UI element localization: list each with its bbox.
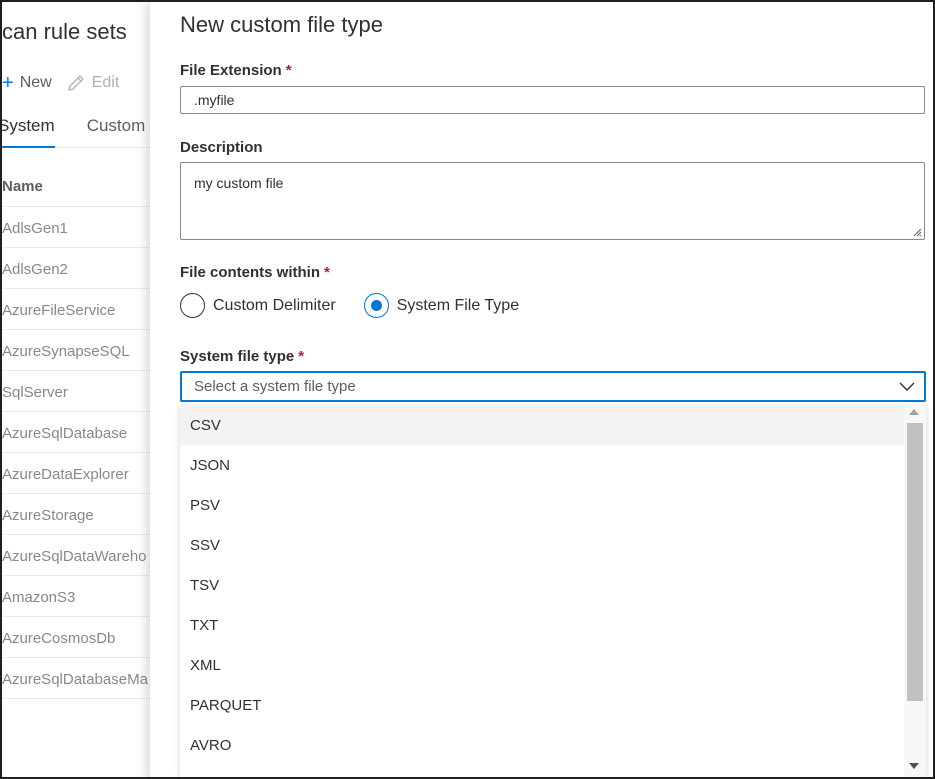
plus-icon: + — [2, 72, 14, 94]
option-xml[interactable]: XML — [180, 645, 904, 685]
option-json[interactable]: JSON — [180, 445, 904, 485]
table-row[interactable]: AdlsGen1 — [2, 207, 152, 248]
option-csv[interactable]: CSV — [180, 405, 904, 445]
option-psv[interactable]: PSV — [180, 485, 904, 525]
window-frame: can rule sets + New Edit System Custom N… — [0, 0, 935, 779]
option-ssv[interactable]: SSV — [180, 525, 904, 565]
chevron-down-icon[interactable] — [898, 379, 916, 393]
description-textarea[interactable]: my custom file — [180, 162, 925, 240]
tab-bar: System Custom — [2, 104, 152, 148]
option-tsv[interactable]: TSV — [180, 565, 904, 605]
panel-title: New custom file type — [180, 12, 383, 37]
radio-system-file-type[interactable]: System File Type — [363, 293, 519, 318]
file-contents-radio-group: Custom Delimiter System File Type — [180, 293, 519, 318]
table-row[interactable]: AzureSqlDataWareho — [2, 535, 152, 576]
new-custom-file-type-panel: New custom file type File Extension * .my… — [150, 2, 933, 777]
select-placeholder: Select a system file type — [194, 378, 356, 395]
new-button-label: New — [19, 74, 52, 91]
system-file-type-listbox: CSV JSON PSV SSV TSV TXT XML PARQUET AVR… — [180, 405, 926, 777]
description-label: Description — [180, 139, 263, 156]
table-row[interactable]: AzureFileService — [2, 289, 152, 330]
option-avro[interactable]: AVRO — [180, 725, 904, 765]
option-parquet[interactable]: PARQUET — [180, 685, 904, 725]
system-file-type-label: System file type * — [180, 348, 305, 365]
resize-grip-icon[interactable] — [912, 227, 922, 237]
scroll-up-arrow-icon[interactable] — [909, 409, 919, 415]
new-button[interactable]: + New — [2, 72, 52, 94]
scroll-down-arrow-icon[interactable] — [909, 763, 919, 769]
table-row[interactable]: AzureCosmosDb — [2, 617, 152, 658]
file-extension-label: File Extension * — [180, 62, 292, 79]
file-contents-label: File contents within * — [180, 264, 330, 281]
table-row[interactable]: AzureSynapseSQL — [2, 330, 152, 371]
rule-sets-list: AdlsGen1 AdlsGen2 AzureFileService Azure… — [2, 207, 152, 699]
option-txt[interactable]: TXT — [180, 605, 904, 645]
radio-checked-icon[interactable] — [363, 293, 389, 318]
listbox-scrollbar[interactable] — [904, 405, 926, 777]
system-file-type-select[interactable]: Select a system file type — [180, 371, 926, 402]
table-row[interactable]: SqlServer — [2, 371, 152, 412]
table-row[interactable]: AzureSqlDatabaseMa — [2, 658, 152, 699]
column-header-name[interactable]: Name — [2, 165, 152, 207]
table-row[interactable]: AzureSqlDatabase — [2, 412, 152, 453]
radio-unchecked-icon[interactable] — [180, 293, 205, 318]
table-row[interactable]: AdlsGen2 — [2, 248, 152, 289]
page-title: can rule sets — [2, 19, 127, 44]
required-mark: * — [298, 348, 305, 365]
required-mark: * — [324, 264, 330, 281]
edit-button-label: Edit — [91, 74, 120, 91]
tab-custom[interactable]: Custom — [87, 104, 146, 148]
scan-rule-sets-page: can rule sets + New Edit System Custom N… — [2, 2, 152, 777]
toolbar: + New Edit — [2, 70, 119, 96]
table-row[interactable]: AzureDataExplorer — [2, 453, 152, 494]
pencil-icon — [67, 75, 84, 91]
table-row[interactable]: AzureStorage — [2, 494, 152, 535]
edit-button[interactable]: Edit — [66, 73, 120, 93]
table-row[interactable]: AmazonS3 — [2, 576, 152, 617]
radio-custom-delimiter[interactable]: Custom Delimiter — [180, 293, 336, 318]
required-mark: * — [285, 62, 292, 79]
scrollbar-thumb[interactable] — [907, 423, 923, 701]
file-extension-input[interactable]: .myfile — [180, 86, 925, 114]
tab-system[interactable]: System — [2, 104, 55, 148]
